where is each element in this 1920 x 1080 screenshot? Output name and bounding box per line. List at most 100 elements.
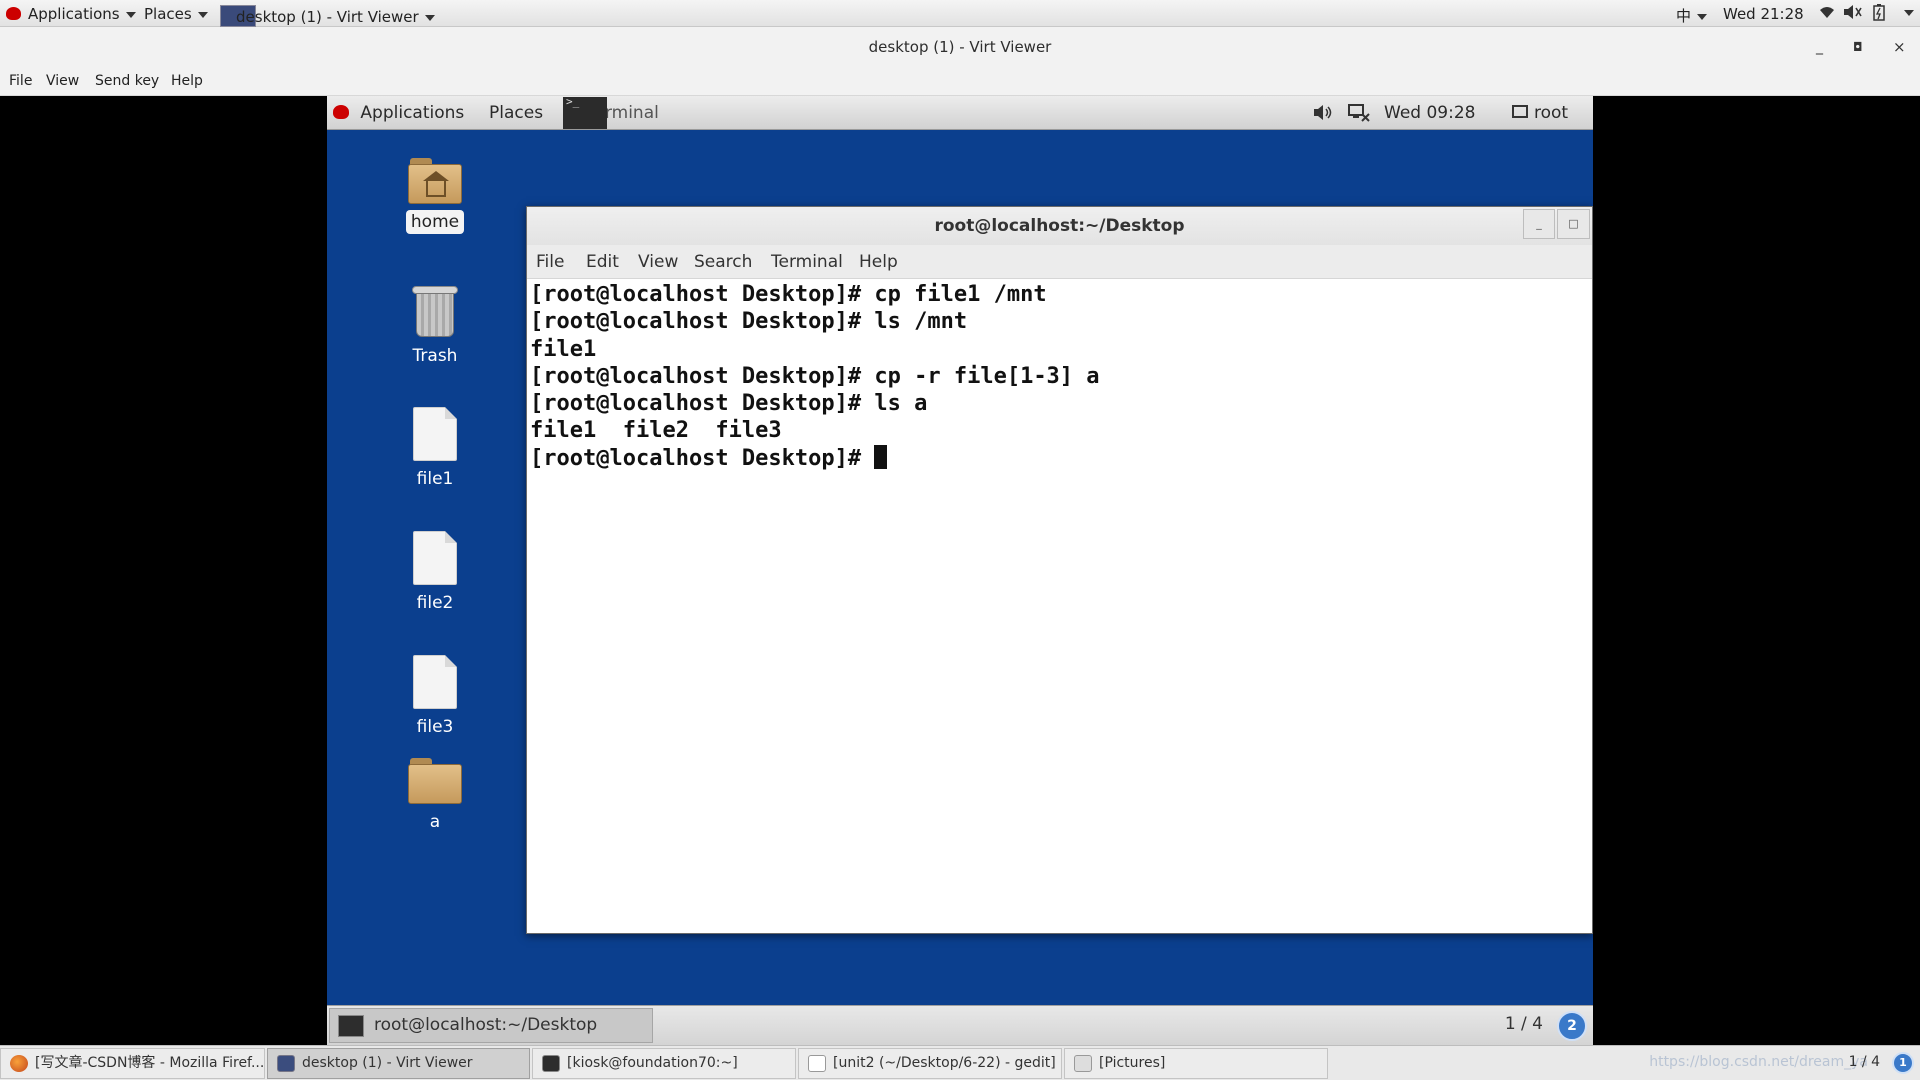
host-task-label: desktop (1) - Virt Viewer	[302, 1055, 473, 1071]
guest-user-label: root	[1534, 103, 1569, 123]
host-active-window-menu[interactable]: desktop (1) - Virt Viewer	[220, 0, 435, 27]
terminal-line: [root@localhost Desktop]# cp -r file[1-3…	[530, 363, 1100, 389]
guest-volume-icon[interactable]	[1313, 104, 1333, 126]
menu-file[interactable]: File	[9, 73, 32, 89]
desktop-icon-label: Trash	[412, 346, 458, 366]
terminal-line: [root@localhost Desktop]# cp file1 /mnt	[530, 282, 1047, 307]
guest-user-menu[interactable]: root	[1512, 103, 1568, 123]
file-manager-icon	[1074, 1055, 1092, 1072]
terminal-cursor	[874, 444, 888, 469]
terminal-icon	[563, 96, 607, 129]
guest-places-menu[interactable]: Places	[489, 103, 543, 123]
guest-workspace-pager[interactable]: 1 / 4	[1505, 1014, 1543, 1034]
host-places-label: Places	[144, 5, 192, 23]
guest-workspace-badge[interactable]: 2	[1557, 1011, 1587, 1041]
close-icon[interactable]: ×	[1893, 27, 1906, 67]
host-places-menu[interactable]: Places	[144, 5, 208, 23]
terminal-menu-search[interactable]: Search	[694, 252, 752, 272]
desktop-icon-a[interactable]: a	[395, 758, 475, 834]
virt-viewer-icon	[277, 1055, 295, 1072]
chevron-down-icon	[424, 14, 435, 21]
guest-terminal-launcher[interactable]: Terminal	[563, 96, 659, 130]
host-active-window-label: desktop (1) - Virt Viewer	[236, 8, 419, 26]
terminal-menu-terminal[interactable]: Terminal	[771, 252, 843, 272]
desktop-icon-label: file3	[416, 717, 454, 737]
desktop-icon-file3[interactable]: file3	[395, 655, 475, 739]
host-clock[interactable]: Wed 21:28	[1723, 5, 1804, 23]
redhat-icon	[6, 7, 21, 20]
home-folder-icon	[408, 158, 462, 204]
chevron-down-icon	[197, 11, 208, 18]
guest-taskbar-terminal[interactable]: root@localhost:~/Desktop	[329, 1008, 653, 1043]
desktop-icon-label: home	[405, 210, 465, 234]
volume-icon[interactable]	[1843, 4, 1863, 24]
terminal-icon	[542, 1055, 560, 1072]
system-menu-chevron-icon[interactable]	[1898, 3, 1914, 21]
host-bottom-taskbar: [写文章-CSDN博客 - Mozilla Firef... desktop (…	[0, 1045, 1920, 1080]
document-icon	[413, 531, 457, 585]
virt-viewer-title: desktop (1) - Virt Viewer	[868, 38, 1052, 56]
host-workspace-badge[interactable]: 1	[1892, 1052, 1914, 1074]
terminal-icon	[338, 1015, 364, 1037]
input-method-indicator[interactable]: 中	[1676, 5, 1708, 26]
terminal-minimize-icon[interactable]: _	[1523, 209, 1555, 239]
desktop-icon-label: file2	[416, 593, 454, 613]
virt-viewer-menubar: File View Send key Help	[0, 67, 1920, 96]
host-task-pictures[interactable]: [Pictures]	[1064, 1048, 1328, 1079]
chevron-down-icon	[125, 11, 136, 18]
host-applications-label: Applications	[28, 5, 120, 23]
battery-icon[interactable]	[1872, 4, 1886, 25]
wifi-icon[interactable]	[1818, 4, 1836, 24]
document-icon	[413, 407, 457, 461]
guest-applications-label: Applications	[360, 103, 465, 123]
host-task-terminal[interactable]: [kiosk@foundation70:~]	[532, 1048, 796, 1079]
document-icon	[413, 655, 457, 709]
terminal-menubar: File Edit View Search Terminal Help	[527, 245, 1592, 279]
guest-display[interactable]: Applications Places Terminal Wed 09:28 r…	[327, 96, 1593, 1045]
host-workspace-pager[interactable]: 1 / 4	[1849, 1054, 1880, 1070]
host-task-gedit[interactable]: [unit2 (~/Desktop/6-22) - gedit]	[798, 1048, 1062, 1079]
guest-network-icon[interactable]	[1348, 104, 1370, 127]
trash-icon	[412, 282, 458, 338]
input-method-label: 中	[1676, 7, 1692, 25]
minimize-icon[interactable]: _	[1816, 27, 1823, 67]
terminal-menu-view[interactable]: View	[638, 252, 678, 272]
menu-help[interactable]: Help	[171, 73, 203, 89]
terminal-titlebar[interactable]: root@localhost:~/Desktop _ □	[527, 207, 1592, 245]
desktop-icon-trash[interactable]: Trash	[395, 282, 475, 368]
terminal-menu-help[interactable]: Help	[859, 252, 898, 272]
host-task-firefox[interactable]: [写文章-CSDN博客 - Mozilla Firef...	[0, 1048, 265, 1079]
guest-top-panel: Applications Places Terminal Wed 09:28 r…	[327, 96, 1593, 130]
host-top-panel: Applications Places desktop (1) - Virt V…	[0, 0, 1920, 27]
terminal-menu-file[interactable]: File	[536, 252, 564, 272]
firefox-icon	[10, 1055, 28, 1072]
desktop-icon-label: file1	[416, 469, 454, 489]
host-task-virt-viewer[interactable]: desktop (1) - Virt Viewer	[267, 1048, 530, 1079]
terminal-maximize-icon[interactable]: □	[1557, 209, 1590, 239]
guest-clock[interactable]: Wed 09:28	[1384, 103, 1475, 123]
text-editor-icon	[808, 1055, 826, 1072]
terminal-prompt: [root@localhost Desktop]#	[530, 445, 875, 471]
terminal-menu-edit[interactable]: Edit	[586, 252, 619, 272]
terminal-prompt-line[interactable]: [root@localhost Desktop]#	[530, 444, 1589, 472]
terminal-line: file1 file2 file3	[530, 418, 782, 444]
user-icon	[1512, 105, 1528, 118]
maximize-icon[interactable]: ◘	[1853, 27, 1863, 67]
desktop-icon-file2[interactable]: file2	[395, 531, 475, 615]
watermark-text: https://blog.csdn.net/dream_ya	[1649, 1054, 1868, 1070]
virt-viewer-titlebar: desktop (1) - Virt Viewer _ ◘ ×	[0, 27, 1920, 67]
menu-send-key[interactable]: Send key	[95, 73, 159, 89]
terminal-line: file1	[530, 336, 597, 362]
terminal-window[interactable]: root@localhost:~/Desktop _ □ File Edit V…	[526, 206, 1593, 934]
chevron-down-icon	[1697, 13, 1708, 20]
folder-icon	[408, 758, 462, 804]
desktop-icon-home[interactable]: home	[395, 158, 475, 234]
host-applications-menu[interactable]: Applications	[6, 5, 136, 23]
guest-bottom-panel: root@localhost:~/Desktop 1 / 4 2	[327, 1005, 1593, 1045]
menu-view[interactable]: View	[46, 73, 79, 89]
terminal-line: [root@localhost Desktop]# ls /mnt	[530, 309, 968, 335]
terminal-output[interactable]: [root@localhost Desktop]# cp file1 /mnt[…	[527, 279, 1592, 474]
desktop-icon-file1[interactable]: file1	[395, 407, 475, 491]
guest-applications-menu[interactable]: Applications	[333, 103, 464, 123]
desktop-icon-label: a	[429, 812, 441, 832]
